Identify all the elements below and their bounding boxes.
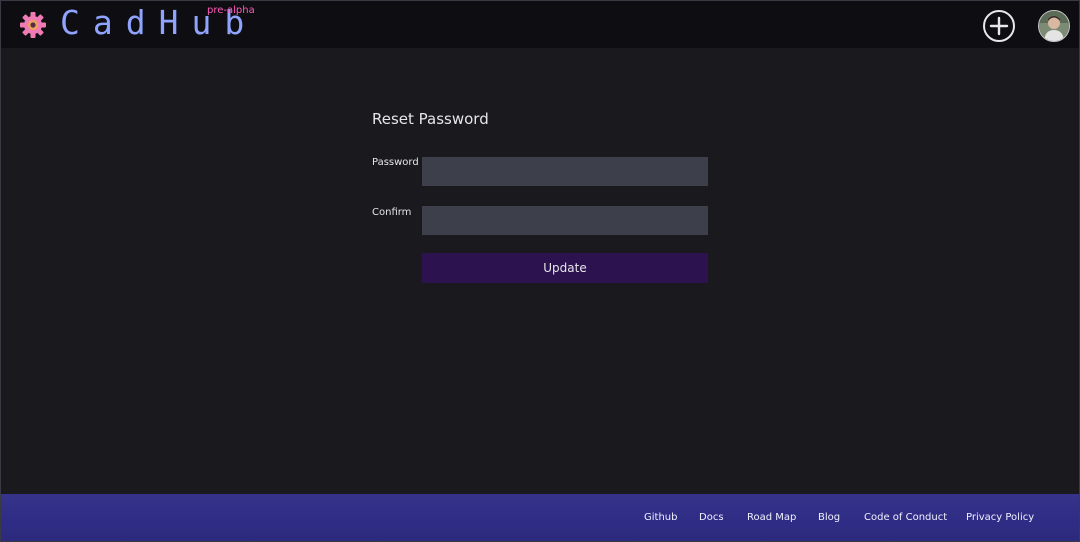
avatar[interactable]: [1038, 10, 1070, 42]
confirm-password-input[interactable]: [422, 206, 708, 235]
footer-link-road-map[interactable]: Road Map: [747, 512, 796, 523]
footer-link-code-of-conduct[interactable]: Code of Conduct: [864, 512, 947, 523]
gear-icon[interactable]: [19, 11, 47, 39]
plus-circle-icon[interactable]: [983, 10, 1015, 42]
footer: Github Docs Road Map Blog Code of Conduc…: [0, 494, 1080, 542]
update-button[interactable]: Update: [422, 253, 708, 283]
footer-link-github[interactable]: Github: [644, 512, 677, 523]
confirm-label: Confirm: [372, 207, 412, 218]
footer-link-privacy-policy[interactable]: Privacy Policy: [966, 512, 1034, 523]
pre-alpha-badge: pre-alpha: [207, 5, 255, 16]
footer-link-docs[interactable]: Docs: [699, 512, 724, 523]
footer-link-blog[interactable]: Blog: [818, 512, 840, 523]
password-input[interactable]: [422, 157, 708, 186]
top-nav: CadHub pre-alpha: [0, 0, 1080, 48]
password-label: Password: [372, 157, 419, 168]
page-title: Reset Password: [372, 110, 489, 128]
